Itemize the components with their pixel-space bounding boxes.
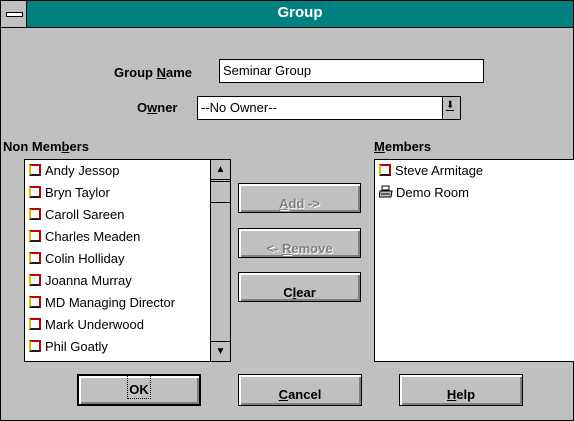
- members-list[interactable]: Steve Armitage Demo Room: [374, 159, 574, 362]
- list-item[interactable]: Bryn Taylor: [25, 182, 230, 204]
- list-item[interactable]: MD Managing Director: [25, 292, 230, 314]
- list-item[interactable]: Phil Goatly: [25, 336, 230, 358]
- list-item[interactable]: Charles Meaden: [25, 226, 230, 248]
- person-card-icon: [379, 164, 391, 176]
- person-card-icon: [29, 274, 41, 286]
- person-card-icon: [29, 296, 41, 308]
- person-card-icon: [29, 230, 41, 242]
- list-item-label: Phil Goatly: [45, 339, 108, 354]
- add-button[interactable]: Add ->: [238, 183, 361, 213]
- list-item[interactable]: Andy Jessop: [25, 160, 230, 182]
- non-members-label: Non Members: [3, 139, 89, 154]
- list-item-label: Colin Holliday: [45, 251, 125, 266]
- person-card-icon: [29, 164, 41, 176]
- help-button[interactable]: Help: [399, 374, 523, 406]
- person-card-icon: [29, 340, 41, 352]
- group-dialog: Group Group Name Seminar Group Owner --N…: [0, 0, 574, 421]
- owner-label: Owner: [137, 100, 178, 115]
- list-item-label: Andy Jessop: [45, 163, 120, 178]
- printer-icon: [378, 184, 393, 198]
- list-item-label: Bryn Taylor: [45, 185, 110, 200]
- list-item-label: Charles Meaden: [45, 229, 141, 244]
- list-item[interactable]: Demo Room: [375, 182, 574, 204]
- owner-selected-value: --No Owner--: [201, 100, 277, 115]
- list-item-label: Steve Armitage: [395, 163, 484, 178]
- members-label: Members: [374, 139, 432, 154]
- list-item-label: Mark Underwood: [45, 317, 144, 332]
- scroll-down-arrow-icon[interactable]: ▼: [211, 341, 230, 361]
- list-item-label: Joanna Murray: [45, 273, 132, 288]
- list-item[interactable]: Mark Underwood: [25, 314, 230, 336]
- list-item[interactable]: Steve Armitage: [375, 160, 574, 182]
- scroll-thumb[interactable]: [211, 181, 230, 203]
- list-item-label: Caroll Sareen: [45, 207, 125, 222]
- person-card-icon: [29, 252, 41, 264]
- list-item[interactable]: Caroll Sareen: [25, 204, 230, 226]
- list-item-label: Demo Room: [396, 185, 469, 200]
- title-bar: Group: [1, 1, 573, 28]
- person-card-icon: [29, 318, 41, 330]
- window-title: Group: [277, 4, 323, 21]
- non-members-list[interactable]: Andy Jessop Bryn Taylor Caroll Sareen Charl…: [24, 159, 231, 362]
- list-item[interactable]: Joanna Murray: [25, 270, 230, 292]
- system-menu-button[interactable]: [1, 1, 27, 27]
- person-card-icon: [29, 208, 41, 220]
- dropdown-arrow-icon[interactable]: ⬇: [442, 97, 460, 119]
- ok-button[interactable]: OK: [77, 374, 201, 406]
- scroll-up-arrow-icon[interactable]: ▲: [211, 160, 230, 180]
- non-members-scrollbar[interactable]: ▲ ▼: [210, 160, 230, 361]
- group-name-input[interactable]: Seminar Group: [219, 59, 484, 83]
- group-name-label: Group Name: [114, 65, 193, 80]
- person-card-icon: [29, 186, 41, 198]
- owner-dropdown[interactable]: --No Owner-- ⬇: [197, 96, 461, 120]
- list-item[interactable]: Colin Holliday: [25, 248, 230, 270]
- list-item-label: MD Managing Director: [45, 295, 176, 310]
- cancel-button[interactable]: Cancel: [238, 374, 362, 406]
- remove-button[interactable]: <- Remove: [238, 228, 361, 258]
- clear-button[interactable]: Clear: [238, 272, 361, 302]
